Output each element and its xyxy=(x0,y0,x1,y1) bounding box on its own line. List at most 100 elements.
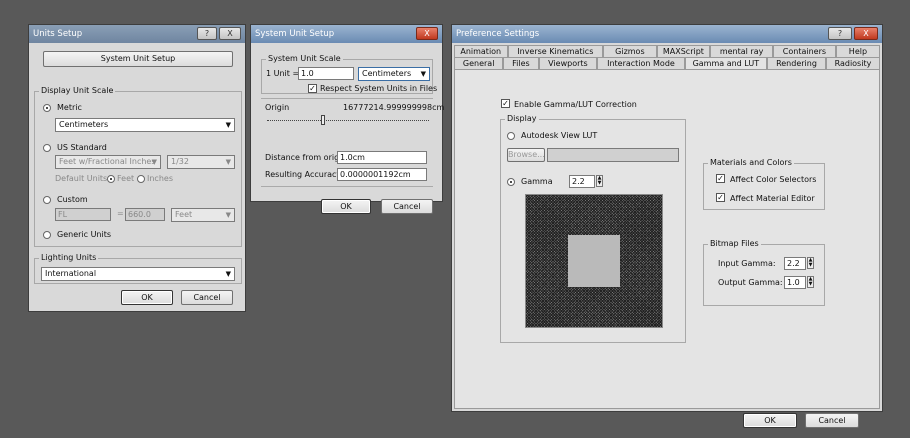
feet-label: Feet xyxy=(117,174,135,183)
tab-help[interactable]: Help xyxy=(835,45,880,57)
close-button[interactable]: X xyxy=(219,27,241,40)
origin-slider[interactable] xyxy=(267,115,429,127)
system-unit-scale-group: System Unit Scale 1 Unit = 1.0 Centimete… xyxy=(261,54,437,94)
enable-gamma-checkbox[interactable]: ✓ xyxy=(501,99,510,108)
autodesk-lut-radio[interactable] xyxy=(507,132,515,140)
ok-button[interactable]: OK xyxy=(743,413,797,428)
output-gamma-field[interactable]: 1.0 xyxy=(784,276,806,289)
metric-label: Metric xyxy=(57,103,82,112)
chevron-down-icon: ▼ xyxy=(225,158,231,166)
generic-units-radio[interactable] xyxy=(43,231,51,239)
unit-type-value: Centimeters xyxy=(362,69,412,78)
feet-radio[interactable] xyxy=(107,175,115,183)
respect-units-checkbox[interactable]: ✓ xyxy=(308,84,317,93)
tab-files[interactable]: Files xyxy=(503,57,539,69)
system-unit-scale-label: System Unit Scale xyxy=(266,54,343,63)
close-button[interactable]: X xyxy=(854,27,878,40)
materials-group-label: Materials and Colors xyxy=(708,158,794,167)
affect-color-checkbox[interactable]: ✓ xyxy=(716,174,725,183)
tab-animation[interactable]: Animation xyxy=(454,45,508,57)
divider xyxy=(261,186,433,187)
system-unit-setup-button[interactable]: System Unit Setup xyxy=(43,51,233,67)
gamma-field[interactable]: 2.2 xyxy=(569,175,595,188)
tab-mental-ray[interactable]: mental ray xyxy=(710,45,773,57)
tab-inverse-kinematics[interactable]: Inverse Kinematics xyxy=(507,45,604,57)
units-setup-title: Units Setup xyxy=(33,29,83,39)
us-standard-label: US Standard xyxy=(57,143,107,152)
cancel-button[interactable]: Cancel xyxy=(381,199,433,214)
help-button[interactable]: ? xyxy=(197,27,217,40)
autodesk-lut-label: Autodesk View LUT xyxy=(521,131,598,140)
browse-button[interactable]: Browse... xyxy=(507,148,545,162)
us-standard-value: Feet w/Fractional Inches xyxy=(59,157,156,166)
units-setup-body: System Unit Setup Display Unit Scale Met… xyxy=(29,43,245,311)
slider-thumb[interactable] xyxy=(321,115,325,125)
us-standard-radio[interactable] xyxy=(43,144,51,152)
bitmap-files-group: Bitmap Files Input Gamma: 2.2 ▲ ▼ Output … xyxy=(703,239,825,306)
tab-interaction-mode[interactable]: Interaction Mode xyxy=(597,57,685,69)
preference-settings-title: Preference Settings xyxy=(456,29,540,39)
ok-button[interactable]: OK xyxy=(321,199,371,214)
gamma-test-pattern xyxy=(525,194,663,328)
affect-material-checkbox[interactable]: ✓ xyxy=(716,193,725,202)
unit-type-dropdown[interactable]: Centimeters ▼ xyxy=(358,67,430,81)
help-button[interactable]: ? xyxy=(828,27,852,40)
unit-value-field[interactable]: 1.0 xyxy=(298,67,354,80)
lut-path-field xyxy=(547,148,679,162)
ok-button[interactable]: OK xyxy=(121,290,173,305)
generic-units-label: Generic Units xyxy=(57,230,112,239)
input-gamma-field[interactable]: 2.2 xyxy=(784,257,806,270)
system-unit-setup-titlebar[interactable]: System Unit Setup X xyxy=(251,25,442,43)
us-standard-dropdown[interactable]: Feet w/Fractional Inches ▼ xyxy=(55,155,161,169)
close-button[interactable]: X xyxy=(416,27,438,40)
chevron-down-icon: ▼ xyxy=(420,70,426,78)
chevron-down-icon: ▼ xyxy=(151,158,157,166)
gamma-radio[interactable] xyxy=(507,178,515,186)
display-group-label: Display xyxy=(505,114,539,123)
affect-material-label: Affect Material Editor xyxy=(730,194,815,203)
tab-page: ✓ Enable Gamma/LUT Correction Display Au… xyxy=(454,69,880,409)
tab-row-2: General Files Viewports Interaction Mode… xyxy=(454,57,880,69)
bitmap-files-label: Bitmap Files xyxy=(708,239,761,248)
slider-track xyxy=(267,120,429,121)
gamma-spinner[interactable]: ▲ ▼ xyxy=(596,175,603,187)
display-group: Display Autodesk View LUT Browse... Gamm… xyxy=(500,114,686,343)
metric-dropdown[interactable]: Centimeters ▼ xyxy=(55,118,235,132)
custom-name-field[interactable]: FL xyxy=(55,208,111,221)
tab-containers[interactable]: Containers xyxy=(773,45,836,57)
respect-units-label: Respect System Units in Files xyxy=(320,84,438,93)
tab-rendering[interactable]: Rendering xyxy=(767,57,826,69)
tab-row-1: Animation Inverse Kinematics Gizmos MAXS… xyxy=(454,45,880,57)
lighting-units-dropdown[interactable]: International ▼ xyxy=(41,267,235,281)
distance-field[interactable]: 1.0cm xyxy=(337,151,427,164)
materials-group: Materials and Colors ✓ Affect Color Sele… xyxy=(703,158,825,210)
custom-label: Custom xyxy=(57,195,88,204)
custom-radio[interactable] xyxy=(43,196,51,204)
custom-value-field[interactable]: 660.0 xyxy=(125,208,165,221)
inches-radio[interactable] xyxy=(137,175,145,183)
input-gamma-spinner[interactable]: ▲ ▼ xyxy=(807,257,814,269)
lighting-units-group: Lighting Units International ▼ xyxy=(34,253,242,284)
tab-general[interactable]: General xyxy=(454,57,504,69)
preference-settings-titlebar[interactable]: Preference Settings ? X xyxy=(452,25,882,43)
tab-gamma-and-lut[interactable]: Gamma and LUT xyxy=(684,57,768,69)
us-fraction-dropdown[interactable]: 1/32 ▼ xyxy=(167,155,235,169)
custom-unit-dropdown[interactable]: Feet ▼ xyxy=(171,208,235,222)
custom-equals: = xyxy=(117,209,124,218)
chevron-down-icon: ▼ xyxy=(225,211,231,219)
enable-gamma-label: Enable Gamma/LUT Correction xyxy=(514,100,637,109)
tab-radiosity[interactable]: Radiosity xyxy=(825,57,880,69)
cancel-button[interactable]: Cancel xyxy=(181,290,233,305)
unit-prefix-label: 1 Unit = xyxy=(266,69,300,78)
tab-viewports[interactable]: Viewports xyxy=(538,57,598,69)
cancel-button[interactable]: Cancel xyxy=(805,413,859,428)
gamma-label: Gamma xyxy=(521,177,553,186)
units-setup-titlebar[interactable]: Units Setup ? X xyxy=(29,25,245,43)
default-units-label: Default Units: xyxy=(55,174,110,183)
tab-gizmos[interactable]: Gizmos xyxy=(603,45,657,57)
output-gamma-spinner[interactable]: ▲ ▼ xyxy=(807,276,814,288)
tab-maxscript[interactable]: MAXScript xyxy=(656,45,711,57)
divider xyxy=(261,98,433,99)
accuracy-label: Resulting Accuracy: xyxy=(265,170,344,179)
metric-radio[interactable] xyxy=(43,104,51,112)
